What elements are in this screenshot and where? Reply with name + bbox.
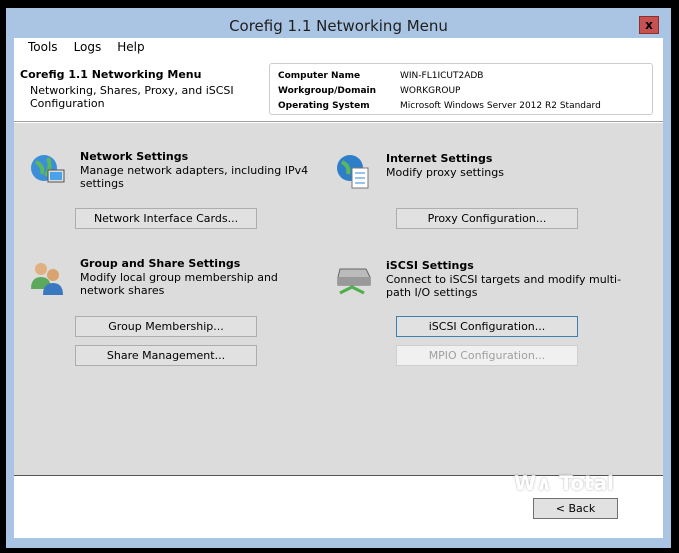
users-icon: [31, 263, 63, 295]
section-title: Internet Settings: [386, 152, 493, 165]
close-button[interactable]: x: [639, 16, 659, 34]
section-description: Modify local group membership and networ…: [80, 271, 278, 297]
iscsi-configuration-button[interactable]: iSCSI Configuration...: [396, 316, 578, 337]
back-button[interactable]: < Back: [533, 498, 618, 519]
internet-globe-icon: [337, 155, 369, 189]
proxy-configuration-button[interactable]: Proxy Configuration...: [396, 208, 578, 229]
watermark-logo: W∧ Total: [514, 471, 614, 495]
menu-logs[interactable]: Logs: [66, 38, 110, 57]
info-value: WORKGROUP: [400, 86, 461, 96]
section-title: Group and Share Settings: [80, 257, 241, 270]
content-panel: Network Settings Manage network adapters…: [14, 123, 663, 476]
section-title: Network Settings: [80, 150, 189, 163]
system-info: Computer Name WIN-FL1ICUT2ADB Workgroup/D…: [269, 63, 653, 115]
client-area: Tools Logs Help Corefig 1.1 Networking M…: [14, 38, 663, 538]
network-interface-cards-button[interactable]: Network Interface Cards...: [75, 208, 257, 229]
info-label: Workgroup/Domain: [278, 86, 377, 96]
info-value: Microsoft Windows Server 2012 R2 Standar…: [400, 101, 601, 111]
window: Corefig 1.1 Networking Menu x Tools Logs…: [6, 8, 671, 548]
menu-help[interactable]: Help: [109, 38, 152, 57]
window-title: Corefig 1.1 Networking Menu: [229, 17, 448, 35]
mpio-configuration-button[interactable]: MPIO Configuration...: [396, 345, 578, 366]
menu-bar: Tools Logs Help: [14, 38, 663, 57]
info-value: WIN-FL1ICUT2ADB: [400, 71, 484, 81]
section-description: Connect to iSCSI targets and modify mult…: [386, 273, 622, 299]
disk-drive-icon: [337, 268, 371, 295]
header-subtitle: Networking, Shares, Proxy, and iSCSI Con…: [30, 84, 234, 110]
info-label: Operating System: [278, 101, 370, 111]
network-globe-icon: [31, 155, 65, 183]
header-title: Corefig 1.1 Networking Menu: [20, 68, 202, 81]
menu-tools[interactable]: Tools: [20, 38, 66, 57]
group-membership-button[interactable]: Group Membership...: [75, 316, 257, 337]
section-description: Modify proxy settings: [386, 166, 504, 179]
section-title: iSCSI Settings: [386, 259, 474, 272]
header: Corefig 1.1 Networking Menu Networking, …: [14, 57, 663, 122]
info-label: Computer Name: [278, 71, 361, 81]
section-description: Manage network adapters, including IPv4 …: [80, 164, 309, 190]
share-management-button[interactable]: Share Management...: [75, 345, 257, 366]
